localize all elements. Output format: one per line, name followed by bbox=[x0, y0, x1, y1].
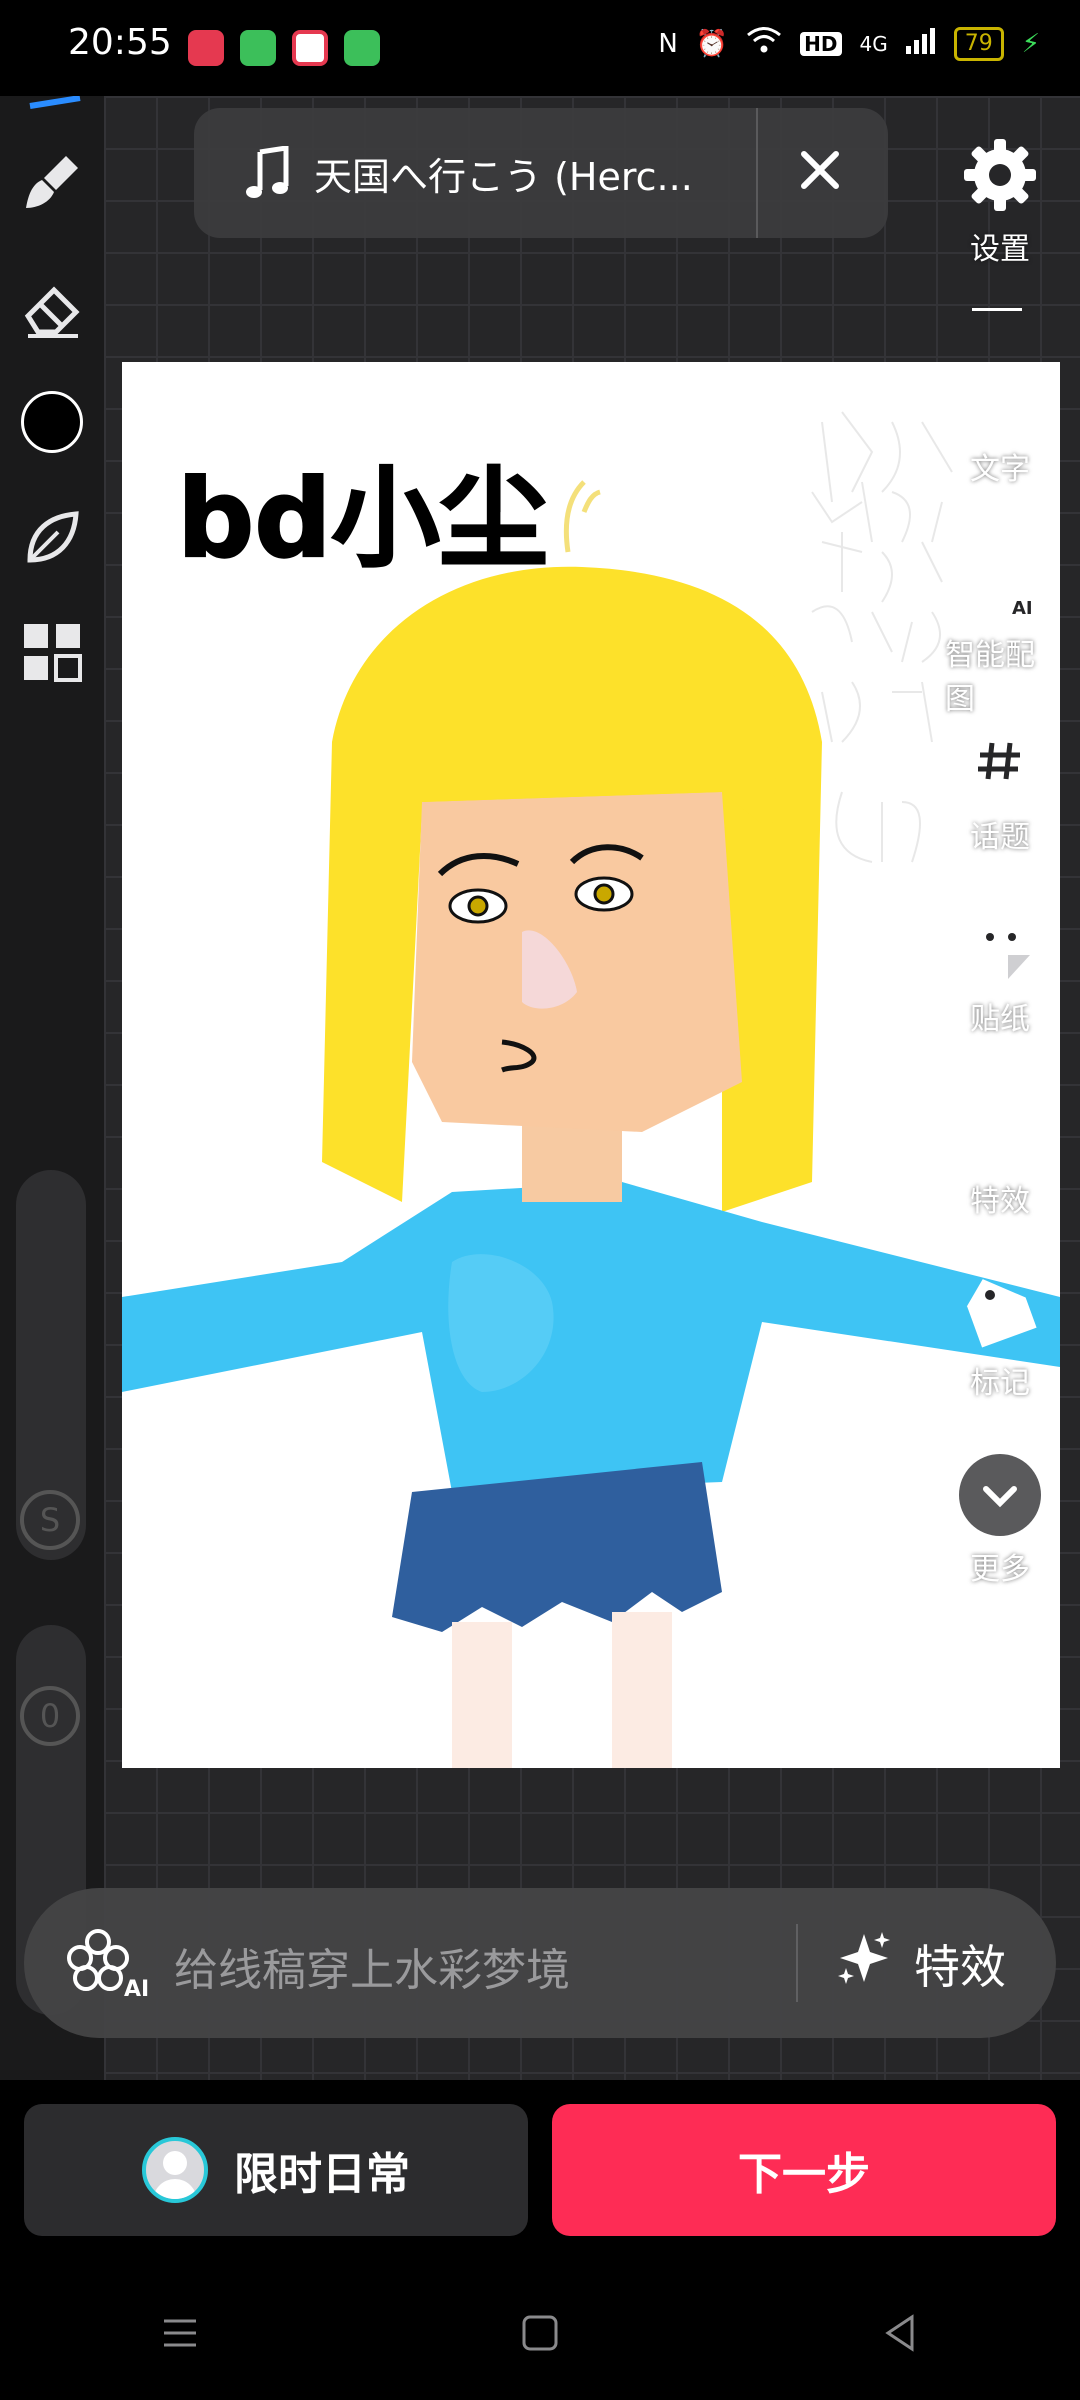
text-icon: 文 bbox=[955, 350, 1045, 444]
next-step-button[interactable]: 下一步 bbox=[552, 2104, 1056, 2236]
back-nav-icon[interactable] bbox=[880, 2313, 920, 2357]
ai-bar-divider bbox=[796, 1924, 798, 2002]
svg-text:AI: AI bbox=[124, 1977, 149, 2000]
hd-badge: HD bbox=[800, 31, 842, 56]
smart-image-button[interactable]: AI 智能配图 bbox=[945, 536, 1055, 718]
charging-icon: ⚡ bbox=[1021, 28, 1040, 59]
more-label: 更多 bbox=[970, 1552, 1030, 1587]
tag-button[interactable]: 标记 bbox=[945, 1264, 1055, 1402]
table-app-icon bbox=[240, 30, 276, 66]
status-icons: N ⏰ HD 4G 79 ⚡ bbox=[658, 26, 1040, 61]
gear-icon bbox=[955, 130, 1045, 220]
settings-separator bbox=[972, 308, 1022, 311]
leaf-brush-icon[interactable] bbox=[20, 506, 84, 570]
ai-effect-button[interactable]: 特效 bbox=[834, 1928, 1006, 1999]
nfc-icon: N bbox=[658, 28, 678, 59]
home-nav-icon[interactable] bbox=[520, 2313, 560, 2357]
more-button[interactable]: 更多 bbox=[945, 1450, 1055, 1588]
sticker-button[interactable]: 贴纸 bbox=[945, 900, 1055, 1038]
music-selector[interactable]: 天国へ行こう (Herc... bbox=[194, 108, 888, 238]
battery-indicator: 79 bbox=[953, 26, 1004, 61]
system-nav-bar bbox=[0, 2290, 1080, 2380]
text-tool-label: 文字 bbox=[970, 452, 1030, 487]
music-note-icon bbox=[246, 145, 290, 204]
grid-menu-icon[interactable] bbox=[20, 620, 84, 684]
settings-label: 设置 bbox=[970, 232, 1030, 267]
topic-button[interactable]: 话题 bbox=[945, 718, 1055, 856]
effects-label: 特效 bbox=[970, 1184, 1030, 1219]
daily-post-button[interactable]: 限时日常 bbox=[24, 2104, 528, 2236]
svg-text:AI: AI bbox=[1012, 598, 1033, 619]
canvas-title-text[interactable]: bd小尘 bbox=[176, 432, 549, 588]
music-divider bbox=[756, 108, 758, 238]
ai-flower-icon: AI bbox=[64, 1926, 154, 2004]
opacity-slider-knob[interactable]: 0 bbox=[20, 1686, 80, 1746]
signal-icon bbox=[905, 26, 936, 61]
wifi-icon bbox=[746, 26, 782, 61]
size-slider-knob[interactable]: S bbox=[20, 1490, 80, 1550]
color-picker-button[interactable] bbox=[20, 390, 84, 454]
avatar bbox=[142, 2137, 208, 2203]
brush-tool-icon[interactable] bbox=[20, 150, 84, 214]
alarm-icon: ⏰ bbox=[695, 28, 729, 59]
sticker-icon bbox=[955, 900, 1045, 990]
daily-post-label: 限时日常 bbox=[234, 2149, 410, 2200]
ai-image-icon: AI bbox=[955, 536, 1045, 626]
ai-prompt-placeholder[interactable]: 给线稿穿上水彩梦境 bbox=[174, 1934, 570, 1998]
menu-nav-icon[interactable] bbox=[160, 2313, 200, 2357]
sticker-label: 贴纸 bbox=[970, 1002, 1030, 1037]
text-tool-button[interactable]: 文 文字 bbox=[945, 350, 1055, 488]
next-step-label: 下一步 bbox=[738, 2149, 870, 2200]
text-glyph: 文 bbox=[963, 359, 1036, 444]
drawing-canvas[interactable]: bd小尘 bbox=[122, 362, 1060, 1768]
network-label: 4G bbox=[859, 31, 888, 56]
tag-icon bbox=[955, 1264, 1045, 1354]
brush-color-swatch bbox=[21, 391, 83, 453]
message-app-icon bbox=[344, 30, 380, 66]
hashtag-icon bbox=[955, 718, 1045, 808]
topic-label: 话题 bbox=[970, 820, 1030, 855]
tag-label: 标记 bbox=[970, 1366, 1030, 1401]
status-time: 20:55 bbox=[68, 22, 172, 63]
settings-button[interactable]: 设置 bbox=[945, 130, 1055, 268]
eraser-tool-icon[interactable] bbox=[20, 278, 84, 342]
music-title: 天国へ行こう (Herc... bbox=[314, 155, 693, 199]
sparkle-icon bbox=[955, 1082, 1045, 1172]
smart-image-label: 智能配图 bbox=[945, 638, 1035, 717]
remove-music-close-icon[interactable] bbox=[798, 148, 842, 196]
status-bar: 20:55 N ⏰ HD 4G 79 ⚡ bbox=[0, 0, 1080, 96]
sparkle-icon bbox=[834, 1928, 894, 1999]
ai-prompt-bar[interactable]: AI 给线稿穿上水彩梦境 特效 bbox=[24, 1888, 1056, 2038]
camera-app-icon bbox=[188, 30, 224, 66]
top-tool-partial-icon bbox=[20, 95, 81, 116]
effects-button[interactable]: 特效 bbox=[945, 1082, 1055, 1220]
video-app-icon bbox=[292, 30, 328, 66]
ai-effect-label: 特效 bbox=[914, 1939, 1006, 1994]
chevron-down-icon bbox=[955, 1450, 1045, 1540]
